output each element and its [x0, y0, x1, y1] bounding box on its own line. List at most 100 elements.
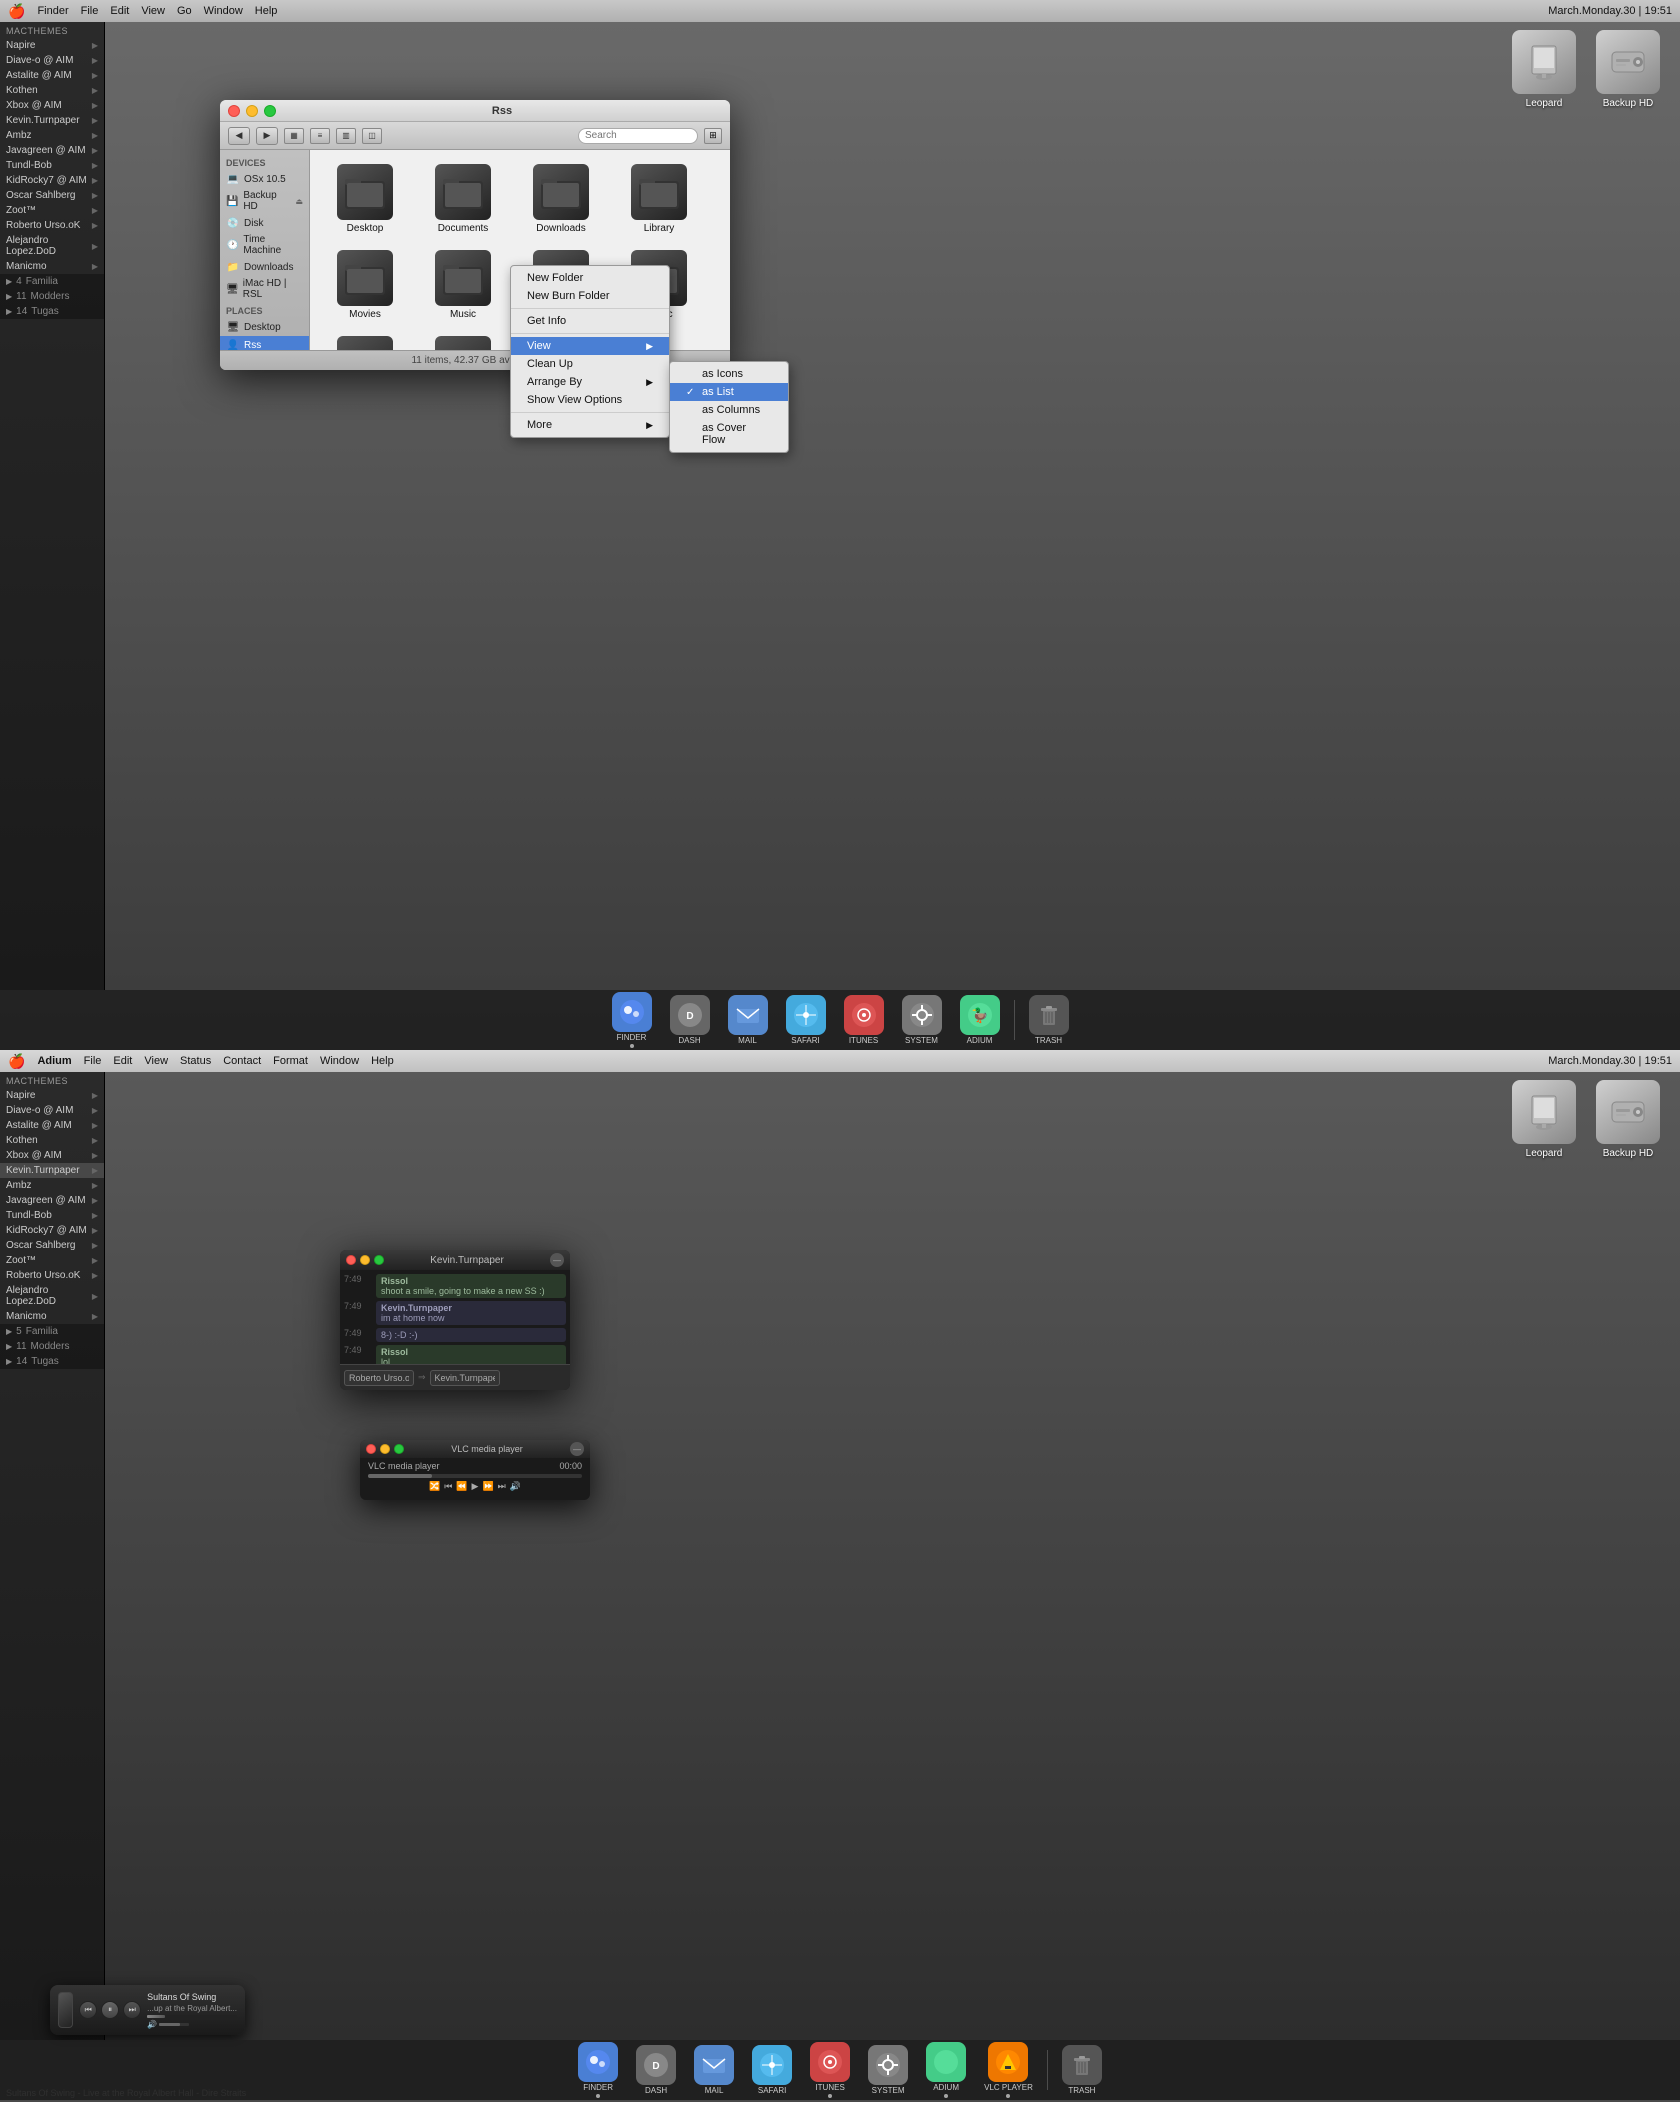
sidebar-item-ambz[interactable]: Ambz ▶: [0, 128, 104, 143]
bottom-dock-dash[interactable]: D DASH: [628, 2041, 684, 2099]
menu-edit[interactable]: Edit: [110, 5, 129, 17]
bottom-dock-system[interactable]: SYSTEM: [860, 2041, 916, 2099]
bottom-sidebar-alejandro[interactable]: Alejandro Lopez.DoD ▶: [0, 1283, 104, 1309]
sidebar-item-diave[interactable]: Diave-o @ AIM ▶: [0, 53, 104, 68]
file-wallsosx[interactable]: WallsOSX: [418, 332, 508, 350]
flow-view-button[interactable]: ◫: [362, 128, 382, 144]
vlc-progress-bar[interactable]: [368, 1474, 582, 1478]
bottom-dock-adium[interactable]: ADIUM: [918, 2038, 974, 2102]
chat-max-button[interactable]: [374, 1255, 384, 1265]
sidebar-item-napire[interactable]: Napire ▶: [0, 38, 104, 53]
sidebar-item-astalite[interactable]: Astalite @ AIM ▶: [0, 68, 104, 83]
file-music[interactable]: Music: [418, 246, 508, 324]
vlc-close-button[interactable]: [366, 1444, 376, 1454]
sidebar-item-oscar[interactable]: Oscar Sahlberg ▶: [0, 188, 104, 203]
sidebar-item-zoot[interactable]: Zoot™ ▶: [0, 203, 104, 218]
vlc-rewind-button[interactable]: ⏪: [456, 1481, 467, 1492]
icon-view-button[interactable]: ▦: [284, 128, 304, 144]
zoom-button[interactable]: ⊞: [704, 128, 722, 144]
desktop-icon-backup-hd-b[interactable]: Backup HD: [1596, 1080, 1660, 1159]
bottom-sidebar-group-14[interactable]: ▶ 14 Tugas: [0, 1354, 104, 1369]
dock-item-mail[interactable]: MAIL: [720, 991, 776, 1049]
chat-to-input[interactable]: [430, 1370, 500, 1386]
dock-item-itunes[interactable]: ITUNES: [836, 991, 892, 1049]
back-button[interactable]: ◀: [228, 127, 250, 145]
sidebar-group-familia[interactable]: ▶ 4 Familia: [0, 274, 104, 289]
submenu-as-list[interactable]: ✓ as List: [670, 383, 788, 401]
context-more[interactable]: More ▶: [511, 416, 669, 434]
sidebar-item-manicmo[interactable]: Manicmo ▶: [0, 259, 104, 274]
eject-icon[interactable]: ⏏: [295, 197, 303, 206]
vlc-prev-button[interactable]: ⏮: [444, 1481, 452, 1492]
finder-sidebar-disk[interactable]: 💿 Disk: [220, 214, 309, 232]
bottom-dock-trash[interactable]: TRASH: [1054, 2041, 1110, 2099]
bottom-sidebar-astalite[interactable]: Astalite @ AIM ▶: [0, 1118, 104, 1133]
context-cleanup[interactable]: Clean Up: [511, 355, 669, 373]
menu-status-b[interactable]: Status: [180, 1055, 211, 1067]
vlc-volume-button[interactable]: 🔊: [510, 1481, 521, 1492]
sidebar-group-tugas[interactable]: ▶ 14 Tugas: [0, 304, 104, 319]
bottom-sidebar-oscar[interactable]: Oscar Sahlberg ▶: [0, 1238, 104, 1253]
chat-collapse-button[interactable]: —: [550, 1253, 564, 1267]
bottom-dock-safari[interactable]: SAFARI: [744, 2041, 800, 2099]
forward-button[interactable]: ▶: [256, 127, 278, 145]
menu-format-b[interactable]: Format: [273, 1055, 308, 1067]
bottom-sidebar-ambz[interactable]: Ambz ▶: [0, 1178, 104, 1193]
menu-file-b[interactable]: File: [84, 1055, 102, 1067]
bottom-sidebar-group-5[interactable]: ▶ 5 Familia: [0, 1324, 104, 1339]
pause-button[interactable]: ⏸: [101, 2001, 119, 2019]
file-sites[interactable]: Sites: [320, 332, 410, 350]
file-movies[interactable]: Movies: [320, 246, 410, 324]
finder-sidebar-timemachine[interactable]: 🕐 Time Machine: [220, 232, 309, 258]
menu-contact-b[interactable]: Contact: [223, 1055, 261, 1067]
finder-sidebar-desktop[interactable]: 🖥 Desktop: [220, 318, 309, 336]
finder-sidebar-osx[interactable]: 💻 OSx 10.5: [220, 170, 309, 188]
dock-item-safari[interactable]: SAFARI: [778, 991, 834, 1049]
menu-edit-b[interactable]: Edit: [113, 1055, 132, 1067]
sidebar-item-roberto[interactable]: Roberto Urso.oK ▶: [0, 218, 104, 233]
menu-window-b[interactable]: Window: [320, 1055, 359, 1067]
minimize-button[interactable]: [246, 105, 258, 117]
next-track-button[interactable]: ⏭: [123, 2001, 141, 2019]
vlc-collapse-button[interactable]: —: [570, 1442, 584, 1456]
volume-bar[interactable]: [159, 2023, 189, 2026]
dock-item-finder[interactable]: FINDER: [604, 988, 660, 1052]
close-button[interactable]: [228, 105, 240, 117]
apple-menu-bottom[interactable]: 🍎: [8, 1053, 25, 1070]
sidebar-item-kevin[interactable]: Kevin.Turnpaper ▶: [0, 113, 104, 128]
file-desktop[interactable]: Desktop: [320, 160, 410, 238]
bottom-sidebar-tundl[interactable]: Tundl-Bob ▶: [0, 1208, 104, 1223]
menu-file[interactable]: File: [81, 5, 99, 17]
bottom-sidebar-napire[interactable]: Napire ▶: [0, 1088, 104, 1103]
menu-view-b[interactable]: View: [144, 1055, 168, 1067]
finder-sidebar-downloads[interactable]: 📁 Downloads: [220, 258, 309, 276]
chat-close-button[interactable]: [346, 1255, 356, 1265]
bottom-sidebar-kidrocky[interactable]: KidRocky7 @ AIM ▶: [0, 1223, 104, 1238]
bottom-sidebar-group-11[interactable]: ▶ 11 Modders: [0, 1339, 104, 1354]
bottom-dock-mail[interactable]: MAIL: [686, 2041, 742, 2099]
vlc-next-button[interactable]: ⏭: [498, 1481, 506, 1492]
bottom-sidebar-kothen[interactable]: Kothen ▶: [0, 1133, 104, 1148]
finder-sidebar-rss[interactable]: 👤 Rss: [220, 336, 309, 350]
context-arrange-by[interactable]: Arrange By ▶: [511, 373, 669, 391]
vlc-play-button[interactable]: ▶: [472, 1481, 479, 1492]
vlc-max-button[interactable]: [394, 1444, 404, 1454]
prev-track-button[interactable]: ⏮: [79, 2001, 97, 2019]
submenu-as-icons[interactable]: as Icons: [670, 365, 788, 383]
music-progress-bar[interactable]: [147, 2015, 237, 2018]
finder-sidebar-backup[interactable]: 💾 Backup HD ⏏: [220, 188, 309, 214]
submenu-as-columns[interactable]: as Columns: [670, 401, 788, 419]
file-documents[interactable]: Documents: [418, 160, 508, 238]
sidebar-item-xbox[interactable]: Xbox @ AIM ▶: [0, 98, 104, 113]
menu-finder[interactable]: Finder: [37, 5, 68, 17]
context-get-info[interactable]: Get Info: [511, 312, 669, 330]
bottom-sidebar-xbox[interactable]: Xbox @ AIM ▶: [0, 1148, 104, 1163]
sidebar-item-alejandro[interactable]: Alejandro Lopez.DoD ▶: [0, 233, 104, 259]
chat-from-input[interactable]: [344, 1370, 414, 1386]
dock-item-system[interactable]: SYSTEM: [894, 991, 950, 1049]
vlc-shuffle-button[interactable]: 🔀: [429, 1481, 440, 1492]
bottom-dock-vlc[interactable]: VLC PLAYER: [976, 2038, 1041, 2102]
column-view-button[interactable]: ▥: [336, 128, 356, 144]
context-new-folder[interactable]: New Folder: [511, 269, 669, 287]
bottom-sidebar-zoot[interactable]: Zoot™ ▶: [0, 1253, 104, 1268]
